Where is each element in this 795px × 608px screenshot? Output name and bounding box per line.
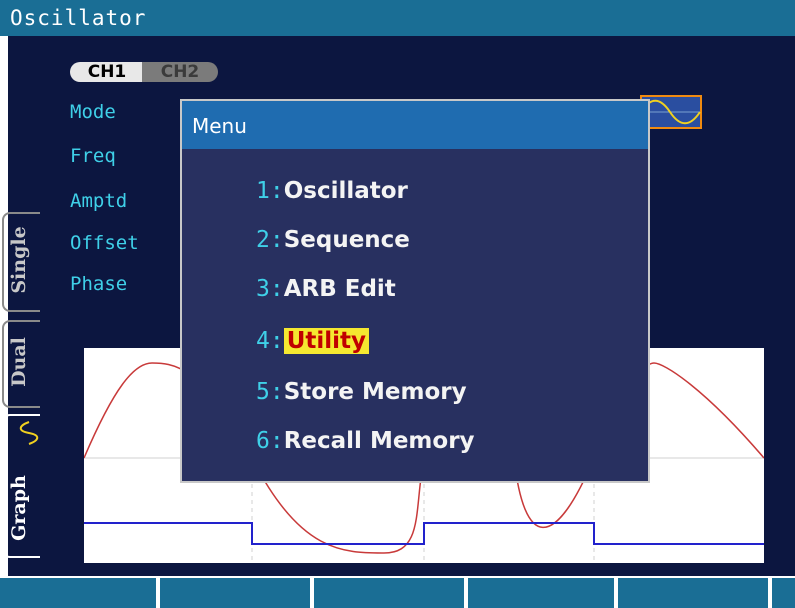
menu-item-arb-edit[interactable]: 3:ARB Edit (256, 271, 396, 307)
param-amptd-label[interactable]: Amptd (70, 190, 127, 212)
menu-item-number: 1: (256, 178, 284, 204)
menu-item-number: 5: (256, 379, 284, 405)
menu-item-store-memory[interactable]: 5:Store Memory (256, 374, 467, 410)
param-phase-label[interactable]: Phase (70, 273, 127, 295)
tab-dual-label: Dual (8, 337, 30, 387)
menu-item-number: 3: (256, 276, 284, 302)
menu-item-number: 2: (256, 227, 284, 253)
param-offset-label[interactable]: Offset (70, 232, 139, 254)
softkey-3[interactable] (314, 578, 464, 608)
menu-title: Menu (182, 101, 648, 149)
softkey-5[interactable] (618, 578, 768, 608)
menu-item-sequence[interactable]: 2:Sequence (256, 222, 410, 258)
menu-item-label: Utility (283, 328, 370, 354)
menu-item-label: Oscillator (283, 178, 408, 204)
softkey-1[interactable] (0, 578, 156, 608)
channel-selector[interactable]: CH1 CH2 (70, 62, 220, 82)
menu-item-label: ARB Edit (283, 276, 396, 302)
tab-graph[interactable]: Graph (0, 462, 38, 554)
softkey-2[interactable] (160, 578, 310, 608)
sine-wave-icon (16, 420, 42, 446)
param-mode-label[interactable]: Mode (70, 101, 116, 123)
oscillator-screen: Oscillator CH1 CH2 Mode Freq Amptd Offse… (0, 0, 795, 608)
menu-item-utility[interactable]: 4: Utility (256, 323, 370, 359)
menu-item-recall-memory[interactable]: 6:Recall Memory (256, 423, 475, 459)
window-title: Oscillator (0, 0, 795, 36)
menu-item-number: 4: (256, 328, 284, 354)
tab-graph-label: Graph (8, 475, 30, 541)
softkey-6[interactable] (772, 578, 795, 608)
menu-item-oscillator[interactable]: 1:Oscillator (256, 173, 408, 209)
menu-item-label: Sequence (283, 227, 410, 253)
tab-single[interactable]: Single (0, 212, 38, 308)
param-freq-label[interactable]: Freq (70, 145, 116, 167)
menu-item-label: Store Memory (283, 379, 467, 405)
channel-2-button[interactable]: CH2 (142, 62, 218, 82)
menu-item-label: Recall Memory (283, 428, 475, 454)
softkey-4[interactable] (468, 578, 614, 608)
tab-single-label: Single (8, 226, 30, 294)
menu-popup: Menu 1:Oscillator 2:Sequence 3:ARB Edit … (180, 99, 650, 483)
menu-item-number: 6: (256, 428, 284, 454)
channel-1-button[interactable]: CH1 (70, 62, 144, 82)
tab-dual[interactable]: Dual (0, 320, 38, 404)
